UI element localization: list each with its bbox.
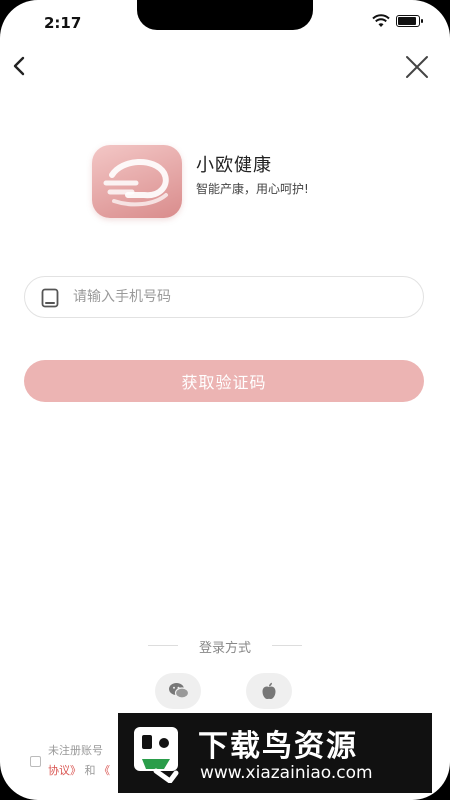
app-logo bbox=[92, 145, 182, 218]
agreement-and: 和 bbox=[84, 764, 96, 777]
agreement-links: 协议》 和 《 bbox=[48, 762, 110, 778]
user-agreement-link[interactable]: 协议》 bbox=[48, 764, 81, 777]
mobile-phone-icon bbox=[41, 288, 59, 308]
chevron-left-icon[interactable] bbox=[6, 52, 34, 80]
watermark-url: www.xiazainiao.com bbox=[200, 763, 373, 783]
phone-input[interactable] bbox=[73, 277, 403, 317]
agreement-checkbox[interactable] bbox=[30, 756, 41, 767]
status-icons bbox=[372, 14, 423, 28]
phone-field[interactable] bbox=[24, 276, 424, 318]
login-screen: 2:17 小欧健康 智能产康，用心呵护! 获取验证码 登录方式 bbox=[0, 0, 450, 800]
privacy-policy-link[interactable]: 《 bbox=[99, 764, 110, 777]
xiaoou-logo-icon bbox=[103, 158, 169, 207]
divider-line bbox=[272, 645, 302, 646]
battery-icon bbox=[396, 15, 423, 27]
notch bbox=[137, 0, 313, 30]
wechat-login-button[interactable] bbox=[155, 673, 201, 709]
watermark-banner: 下载鸟资源 www.xiazainiao.com bbox=[118, 713, 432, 793]
login-method-divider: 登录方式 bbox=[148, 636, 302, 656]
status-time: 2:17 bbox=[44, 14, 82, 32]
get-code-button[interactable]: 获取验证码 bbox=[24, 360, 424, 402]
brand-name: 小欧健康 bbox=[196, 155, 272, 176]
bird-logo-icon bbox=[134, 727, 179, 783]
wechat-icon bbox=[169, 683, 190, 699]
close-icon[interactable] bbox=[404, 54, 430, 80]
watermark-title: 下载鸟资源 bbox=[198, 729, 358, 764]
agreement-text: 未注册账号 bbox=[48, 744, 103, 757]
wifi-icon bbox=[372, 14, 390, 27]
divider-line bbox=[148, 645, 178, 646]
login-method-title: 登录方式 bbox=[198, 641, 251, 656]
brand-slogan: 智能产康，用心呵护! bbox=[196, 182, 309, 196]
apple-icon bbox=[262, 682, 276, 700]
apple-login-button[interactable] bbox=[246, 673, 292, 709]
